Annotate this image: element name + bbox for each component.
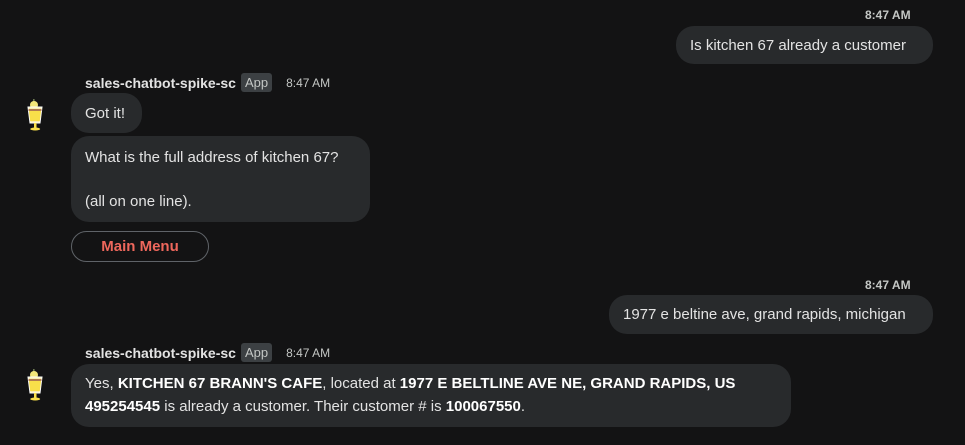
- message-text-line: Yes, KITCHEN 67 BRANN'S CAFE, located at…: [85, 372, 777, 395]
- customer-address: 1977 E BELTLINE AVE NE, GRAND RAPIDS, US: [399, 375, 736, 392]
- main-menu-button[interactable]: Main Menu: [71, 231, 209, 262]
- bot-message-bubble: Yes, KITCHEN 67 BRANN'S CAFE, located at…: [71, 364, 791, 427]
- text-segment: Yes,: [85, 375, 118, 392]
- message-timestamp: 8:47 AM: [286, 75, 331, 90]
- message-text: (all on one line).: [85, 193, 192, 210]
- bot-message-bubble: What is the full address of kitchen 67? …: [71, 136, 370, 222]
- app-badge: App: [240, 73, 273, 92]
- customer-number: 100067550: [445, 398, 521, 415]
- text-segment: , located at: [322, 375, 400, 392]
- sender-name[interactable]: sales-chatbot-spike-sc: [85, 75, 236, 91]
- message-timestamp: 8:47 AM: [286, 345, 331, 360]
- text-segment: .: [520, 398, 526, 415]
- message-text: What is the full address of kitchen 67?: [85, 149, 339, 166]
- text-segment: is already a customer. Their customer # …: [160, 398, 446, 415]
- app-badge: App: [240, 343, 273, 362]
- user-message-bubble: Is kitchen 67 already a customer: [676, 26, 933, 64]
- bot-message-bubble: Got it!: [71, 93, 142, 133]
- message-header: sales-chatbot-spike-sc App 8:47 AM: [85, 73, 330, 92]
- message-header: sales-chatbot-spike-sc App 8:47 AM: [85, 343, 330, 362]
- customer-zip: 495254545: [85, 398, 161, 415]
- customer-name: KITCHEN 67 BRANN'S CAFE: [117, 375, 323, 392]
- bot-avatar-lemonade-icon[interactable]: [24, 97, 48, 133]
- message-timestamp: 8:47 AM: [865, 278, 911, 292]
- user-message-bubble: 1977 e beltine ave, grand rapids, michig…: [609, 295, 933, 334]
- message-timestamp: 8:47 AM: [865, 8, 911, 22]
- message-text-line: 495254545 is already a customer. Their c…: [85, 395, 777, 418]
- sender-name[interactable]: sales-chatbot-spike-sc: [85, 345, 236, 361]
- bot-avatar-lemonade-icon[interactable]: [24, 367, 48, 403]
